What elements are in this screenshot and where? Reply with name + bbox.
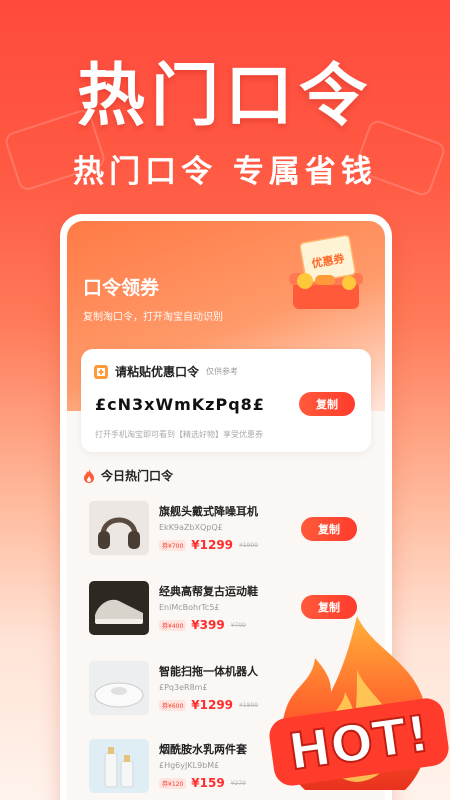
skincare-bottles-icon [104,747,134,788]
app-header-desc: 复制淘口令，打开淘宝自动识别 [83,312,223,323]
flame-icon [84,468,94,483]
product-thumbnail [89,581,149,635]
product-thumbnail [89,501,149,555]
coupon-code[interactable]: £cN3xWmKzPq8£ [95,395,265,414]
product-name: 烟酰胺水乳两件套 [159,743,247,756]
coupon-tag: 券¥400 [159,619,187,631]
copy-button[interactable]: 复制 [301,517,357,541]
product-price: ¥1299 [191,538,234,552]
product-thumbnail [89,661,149,715]
hero-subtitle: 热门口令 专属省钱 [73,154,377,190]
product-code: £Hg6yJKL9bM£ [159,761,220,770]
hot-flame-badge: HOT! [269,616,449,790]
coupon-box-illustration: 优惠券 [289,235,363,309]
coupon-tag: 券¥120 [159,777,187,789]
product-code: £Pq3eR8m£ [159,683,208,692]
hero-title: 热门口令 [76,57,373,136]
product-name: 旗舰头戴式降噪耳机 [159,505,258,518]
product-name: 经典高帮复古运动鞋 [159,585,258,598]
original-price: ¥279 [230,779,246,787]
product-price: ¥399 [191,618,225,632]
list-item[interactable]: 旗舰头戴式降噪耳机 EkK9aZbXQpQ£ 券¥700 ¥1299 ¥1999… [89,501,359,561]
original-price: ¥1899 [239,701,259,709]
paste-card-title: 请粘贴优惠口令 [115,365,200,379]
paste-card-note: 打开手机淘宝即可看到【精选好物】享受优惠券 [95,430,263,439]
paste-code-card: 请粘贴优惠口令 仅供参考 £cN3xWmKzPq8£ 复制 打开手机淘宝即可看到… [81,349,371,452]
product-price: ¥1299 [191,698,234,712]
sneaker-icon [95,599,143,624]
product-name: 智能扫拖一体机器人 [159,665,258,678]
section-title: 今日热门口令 [101,469,174,483]
app-header-title: 口令领券 [83,277,160,299]
copy-code-button[interactable]: 复制 [299,392,355,416]
product-price: ¥159 [191,776,225,790]
section-header: 今日热门口令 [83,467,173,484]
original-price: ¥1999 [239,541,259,549]
original-price: ¥799 [230,621,246,629]
coupon-tag: 券¥600 [159,699,187,711]
product-thumbnail [89,739,149,793]
product-code: EniMcBohrTc5£ [159,603,220,612]
headphones-icon [98,517,140,549]
coupon-tag: 券¥700 [159,539,187,551]
paste-card-ref: 仅供参考 [206,367,239,376]
product-code: EkK9aZbXQpQ£ [159,523,223,532]
paste-icon [94,364,108,379]
robot-vacuum-icon [94,682,144,708]
